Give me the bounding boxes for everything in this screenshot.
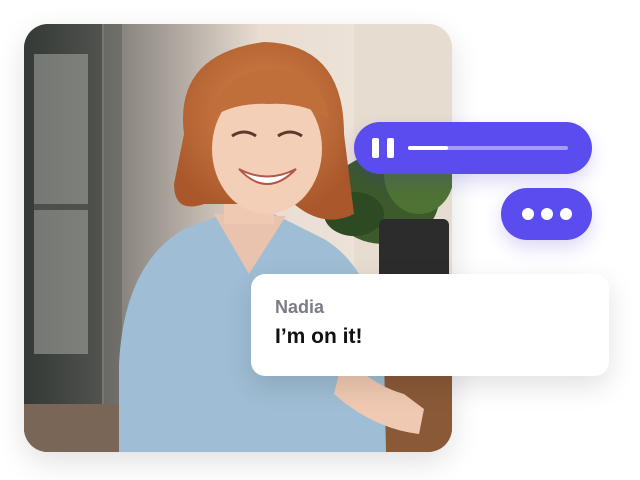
typing-dot (540, 208, 553, 220)
typing-dot (559, 208, 572, 220)
audio-message-player[interactable] (354, 122, 592, 174)
person-photo (24, 24, 452, 452)
pause-icon[interactable] (372, 137, 394, 159)
chat-illustration: Nadia I’m on it! (0, 0, 640, 480)
audio-progress-fill (408, 146, 448, 150)
sender-name: Nadia (275, 297, 325, 317)
message-bubble: Nadia I’m on it! (251, 274, 609, 376)
typing-indicator (501, 188, 592, 240)
typing-dot (521, 208, 534, 220)
audio-progress-track[interactable] (408, 146, 568, 150)
message-text: I’m on it! (275, 325, 363, 348)
